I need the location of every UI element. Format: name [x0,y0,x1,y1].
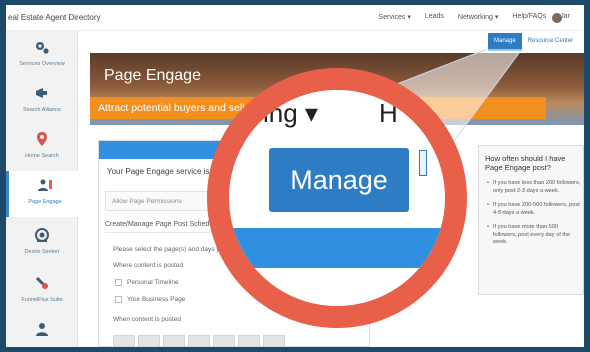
sidebar-item-label: Home Search [25,153,59,159]
eye-icon [35,228,49,242]
tip-item: If you have 200-500 followers, post 4-5 … [487,202,581,217]
tip-item: If you have more than 500 followers, pos… [487,224,581,247]
when-label: When content is posted [113,316,181,323]
magnified-dropdown-text: ing ▾ [263,98,318,128]
day-button[interactable] [163,335,185,347]
sidebar-item-home-search[interactable]: Home Search [6,125,78,171]
brand-title[interactable]: eal Estate Agent Directory [8,13,101,22]
tip-item: If you have less than 200 followers, onl… [487,180,581,195]
sidebar-item-desire-seeker[interactable]: Desire Seeker [6,221,78,267]
sidebar-item-search-alliance[interactable]: Search Alliance [6,79,78,125]
top-nav: Services ▾ Leads Networking ▾ Help/FAQs … [379,13,570,21]
schedule-instruction: Please select the page(s) and days you w [113,246,234,253]
sidebar-item-page-engage[interactable]: Page Engage [6,171,78,217]
day-selector [113,335,285,347]
business-page-checkbox[interactable] [115,296,122,303]
hero-subtitle: Attract potential buyers and sell [98,102,245,114]
day-button[interactable] [188,335,210,347]
where-label: Where content is posted [113,262,184,269]
tips-title: How often should I have Page Engage post… [485,154,566,172]
day-button[interactable] [213,335,235,347]
posting-tips-panel: How often should I have Page Engage post… [478,145,584,295]
nav-leads[interactable]: Leads [425,13,444,21]
day-button[interactable] [263,335,285,347]
personal-timeline-label: Personal Timeline [127,279,179,286]
business-page-label: Your Business Page [127,296,186,303]
magnified-partial-text: H [379,98,398,128]
tab-resource-center[interactable]: Resource Center [521,33,580,51]
magnifier-callout: ing ▾ H Manage [207,68,467,328]
tab-manage[interactable]: Manage [488,33,522,51]
magnified-blue-band [229,228,445,268]
sidebar-item-label: Desire Seeker [24,249,60,255]
magnified-lower-area [229,268,445,306]
sidebar-item-label: Search Alliance [23,107,61,113]
magnified-view: ing ▾ H Manage [229,90,445,306]
nav-services[interactable]: Services ▾ [379,13,411,21]
nav-help[interactable]: Help/FAQs [512,13,546,21]
day-button[interactable] [113,335,135,347]
sidebar-item-label: Page Engage [28,199,62,205]
satellite-icon [35,276,48,289]
sidebar-item-services-overview[interactable]: Services Overview [6,33,78,79]
sidebar-item-account[interactable] [6,315,78,347]
personal-timeline-checkbox[interactable] [115,279,122,286]
top-navbar: eal Estate Agent Directory Services ▾ Le… [6,5,584,31]
avatar[interactable] [552,13,562,23]
person-icon [36,323,48,336]
sidebar-item-label: FunnelFlux Suite [21,297,63,303]
magnified-header [229,90,445,140]
megaphone-icon [36,88,47,98]
nav-networking[interactable]: Networking ▾ [458,13,498,21]
tips-list: If you have less than 200 followers, onl… [487,180,581,254]
page-title: Page Engage [104,67,201,84]
day-button[interactable] [238,335,260,347]
sidebar-item-label: Services Overview [19,61,65,67]
users-icon [38,179,52,191]
location-pin-icon [37,132,47,146]
manage-button[interactable]: Manage [269,148,409,212]
gears-icon [36,42,49,54]
sidebar: Services Overview Search Alliance Home S… [6,31,78,347]
sub-tabs: Manage Resource Center [488,33,580,51]
sidebar-item-funnelflux-suite[interactable]: FunnelFlux Suite [6,269,78,315]
day-button[interactable] [138,335,160,347]
magnified-adjacent-tab [419,150,427,176]
